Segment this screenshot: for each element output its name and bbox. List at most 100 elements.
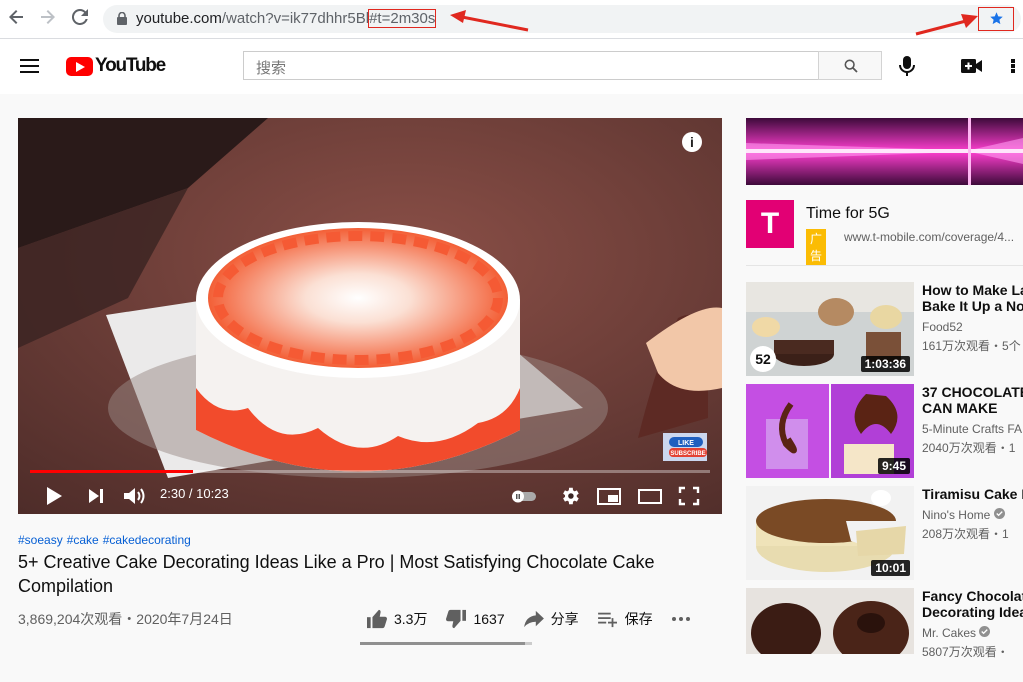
- annotation-arrow-icon: [915, 14, 978, 36]
- annotation-arrow-icon: [450, 10, 529, 32]
- rec-views: 2040万次观看・1: [922, 441, 1016, 455]
- share-arrow-icon: [523, 610, 544, 628]
- hamburger-menu-icon[interactable]: [20, 59, 39, 73]
- youtube-header: YouTube 搜索: [0, 39, 1023, 94]
- recommended-video[interactable]: 10:01 Tiramisu Cake R Nino's Home 208万次观…: [746, 486, 1023, 580]
- rec-channel: Nino's Home: [922, 508, 1005, 522]
- video-thumbnail: [746, 588, 914, 682]
- search-icon: [844, 59, 858, 73]
- ad-badge: 广告: [806, 229, 827, 265]
- url-host: youtube.com: [136, 10, 222, 27]
- rec-title-line: How to Make La: [922, 282, 1023, 298]
- video-player[interactable]: i LIKE SUBSCRIBE 2:30 / 10:23: [18, 118, 722, 514]
- like-subscribe-badge: LIKE SUBSCRIBE: [661, 433, 710, 461]
- hashtag-link[interactable]: #soeasy: [18, 533, 63, 547]
- share-button[interactable]: 分享: [523, 609, 579, 629]
- playlist-add-icon: [597, 612, 617, 628]
- hashtag-link[interactable]: #cakedecorating: [103, 533, 191, 547]
- share-label: 分享: [550, 611, 579, 627]
- video-thumbnail: 9:45: [746, 384, 914, 478]
- recommended-video[interactable]: 52 1:03:36 How to Make La Bake It Up a N…: [746, 282, 1023, 376]
- search-button[interactable]: [818, 51, 882, 80]
- dislike-button[interactable]: 1637: [445, 609, 505, 629]
- theater-mode-icon[interactable]: [637, 484, 663, 508]
- more-actions-button[interactable]: [671, 616, 697, 622]
- action-bar: 3.3万 1637 分享 保存: [366, 609, 715, 629]
- settings-gear-icon[interactable]: [559, 484, 581, 508]
- rec-title-line: Bake It Up a Not: [922, 298, 1023, 314]
- create-video-icon[interactable]: [961, 58, 983, 74]
- rec-title-line: Fancy Chocolate: [922, 588, 1023, 604]
- video-thumbnail: 52 1:03:36: [746, 282, 914, 376]
- address-bar[interactable]: youtube.com/watch?v=ik77dhhr5Bl#t=2m30s: [103, 5, 1021, 33]
- info-icon[interactable]: i: [682, 132, 702, 152]
- star-icon: [990, 12, 1003, 25]
- rec-channel: 5-Minute Crafts FA: [922, 422, 1023, 436]
- duration-badge: 1:03:36: [860, 356, 910, 372]
- youtube-play-logo-icon: [66, 56, 93, 76]
- url-text: youtube.com/watch?v=ik77dhhr5Bl#t=2m30s: [136, 9, 437, 28]
- time-display: 2:30 / 10:23: [160, 486, 229, 501]
- rec-channel: Mr. Cakes: [922, 626, 991, 640]
- search-placeholder: 搜索: [256, 60, 287, 77]
- rec-views: 208万次观看・1: [922, 527, 1009, 541]
- hashtag-link[interactable]: #cake: [67, 533, 99, 547]
- verified-check-icon: [993, 508, 1005, 519]
- duration-badge: 10:01: [871, 560, 910, 576]
- logo-text: YouTube: [95, 55, 166, 76]
- recommended-video[interactable]: 9:45 37 CHOCOLATE CAN MAKE 5-Minute Craf…: [746, 384, 1023, 478]
- like-button[interactable]: 3.3万: [366, 609, 427, 629]
- browser-toolbar: youtube.com/watch?v=ik77dhhr5Bl#t=2m30s: [0, 0, 1023, 39]
- rec-title-line: Tiramisu Cake R: [922, 486, 1023, 502]
- thumbs-up-icon: [367, 609, 387, 629]
- like-count: 3.3万: [394, 611, 428, 627]
- url-path: /watch?v=ik77dhhr5Bl: [221, 10, 370, 27]
- lock-icon: [117, 12, 127, 25]
- rec-views: 161万次观看・5个: [922, 339, 1021, 353]
- play-icon[interactable]: [44, 484, 64, 508]
- back-arrow-icon[interactable]: [6, 9, 26, 29]
- rec-title-line: Decorating Ideas: [922, 604, 1023, 620]
- progress-bar[interactable]: [30, 470, 710, 473]
- tmobile-logo: T: [746, 200, 794, 248]
- progress-fill: [30, 470, 194, 473]
- save-button[interactable]: 保存: [597, 609, 653, 629]
- like-ratio-bar: [360, 642, 532, 645]
- save-label: 保存: [624, 611, 653, 627]
- dislike-count: 1637: [473, 611, 505, 627]
- thumbs-down-icon: [446, 609, 467, 629]
- channel-watermark: 52: [750, 346, 776, 372]
- rec-title-line: 37 CHOCOLATE: [922, 384, 1023, 400]
- video-title: 5+ Creative Cake Decorating Ideas Like a…: [18, 552, 655, 596]
- reload-icon[interactable]: [70, 8, 90, 29]
- autoplay-toggle-icon[interactable]: [510, 484, 538, 508]
- video-thumbnail: 10:01: [746, 486, 914, 580]
- fullscreen-icon[interactable]: [678, 484, 700, 508]
- ad-banner-image[interactable]: [746, 118, 1023, 185]
- microphone-icon[interactable]: [897, 55, 917, 77]
- ad-url: www.t-mobile.com/coverage/4...: [844, 230, 1015, 244]
- miniplayer-icon[interactable]: [596, 484, 622, 508]
- video-frame: [18, 118, 722, 514]
- svg-text:SUBSCRIBE: SUBSCRIBE: [670, 451, 705, 457]
- rec-channel: Food52: [922, 320, 963, 334]
- svg-text:LIKE: LIKE: [678, 440, 694, 447]
- rec-title-line: CAN MAKE: [922, 400, 998, 416]
- youtube-logo[interactable]: YouTube: [66, 55, 166, 77]
- apps-grid-icon[interactable]: [1011, 59, 1023, 73]
- recommended-video[interactable]: Fancy Chocolate Decorating Ideas Mr. Cak…: [746, 588, 1023, 682]
- next-icon[interactable]: [86, 484, 106, 508]
- divider: [746, 265, 1023, 266]
- search-input[interactable]: 搜索: [243, 51, 819, 80]
- hashtag-list: #soeasy #cake #cakedecorating: [18, 533, 195, 547]
- bookmark-star-button[interactable]: [978, 7, 1014, 31]
- rec-views: 5807万次观看・: [922, 645, 1009, 659]
- volume-icon[interactable]: [122, 484, 148, 508]
- video-meta: 3,869,204次观看・2020年7月24日: [18, 611, 233, 627]
- ad-title: Time for 5G: [806, 205, 890, 222]
- url-fragment: #t=2m30s: [368, 9, 437, 28]
- duration-badge: 9:45: [877, 458, 910, 474]
- verified-check-icon: [979, 626, 991, 637]
- more-dots-icon: [671, 617, 690, 621]
- forward-arrow-icon[interactable]: [38, 9, 58, 29]
